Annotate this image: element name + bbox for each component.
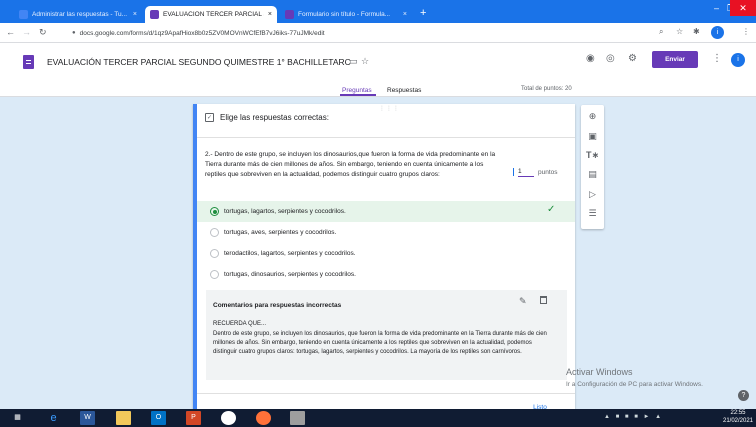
- bookmark-star-icon[interactable]: ☆: [676, 27, 683, 36]
- minimize-window-icon[interactable]: –: [714, 3, 719, 13]
- question-text: 2.- Dentro de este grupo, se incluyen lo…: [205, 151, 496, 178]
- taskbar: ▦ e W O P ▲ ■ ■ ■ ► ▲ 22:55 21/02/2021: [0, 409, 756, 427]
- browser-tab-evaluacion[interactable]: EVALUACIÓN TERCER PARCIAL S... ×: [145, 6, 277, 23]
- forms-header: EVALUACIÓN TERCER PARCIAL SEGUNDO QUIMES…: [0, 43, 756, 97]
- windows-activation-subtitle: Ir a Configuración de PC para activar Wi…: [566, 381, 703, 388]
- firefox-icon[interactable]: [256, 411, 271, 425]
- notepad-icon[interactable]: [290, 411, 305, 425]
- zoom-icon[interactable]: ⌕: [659, 27, 663, 37]
- points-control: 1 puntos: [513, 167, 558, 177]
- back-icon[interactable]: ←: [6, 27, 15, 37]
- close-window-icon[interactable]: ✕: [730, 0, 756, 16]
- points-input[interactable]: 1: [518, 167, 534, 177]
- windows-activation-title: Activar Windows: [566, 367, 633, 377]
- total-points: Total de puntos: 20: [521, 86, 572, 92]
- option-2[interactable]: tortugas, aves, serpientes y cocodrilos.: [197, 222, 575, 243]
- radio-selected-icon[interactable]: [210, 207, 219, 216]
- user-avatar[interactable]: i: [731, 53, 745, 67]
- address-bar: ← → ↻ ● docs.google.com/forms/d/1qz9Apaf…: [0, 23, 756, 43]
- settings-gear-icon[interactable]: ⚙: [628, 53, 637, 64]
- feedback-heading: RECUERDA QUE...: [213, 321, 267, 327]
- active-tab-indicator: [340, 94, 376, 96]
- outlook-icon[interactable]: O: [151, 411, 166, 425]
- points-label: puntos: [538, 168, 558, 176]
- option-3[interactable]: terodactilos, lagartos, serpientes y coc…: [197, 243, 575, 264]
- option-4[interactable]: tortugas, dinosaurios, serpientes y coco…: [197, 264, 575, 285]
- add-question-icon[interactable]: ⊕: [581, 111, 604, 122]
- forms-favicon-icon: [150, 10, 159, 19]
- add-title-icon[interactable]: T∗: [581, 150, 604, 161]
- more-options-icon[interactable]: ⋮: [712, 53, 722, 64]
- browser-tab-responses[interactable]: Administrar las respuestas - Tu... ×: [14, 6, 142, 23]
- new-tab-button[interactable]: +: [420, 7, 426, 19]
- feedback-title: Comentarios para respuestas incorrectas: [213, 302, 342, 309]
- browser-menu-icon[interactable]: ⋮: [742, 27, 750, 36]
- close-tab-icon[interactable]: ×: [133, 11, 137, 18]
- browser-profile-avatar[interactable]: i: [711, 26, 724, 39]
- delete-trash-icon[interactable]: [540, 296, 547, 304]
- chrome-icon[interactable]: [221, 411, 236, 425]
- radio-icon[interactable]: [210, 249, 219, 258]
- feedback-body: Dentro de este grupo, se incluyen los di…: [213, 331, 547, 355]
- answer-key-checkbox-icon: ✓: [205, 113, 214, 122]
- word-icon[interactable]: W: [80, 411, 95, 425]
- option-1[interactable]: tortugas, lagartos, serpientes y cocodri…: [197, 201, 575, 222]
- radio-icon[interactable]: [210, 228, 219, 237]
- lock-icon: ●: [72, 30, 76, 36]
- incorrect-answer-feedback: Comentarios para respuestas incorrectas …: [206, 290, 567, 380]
- tab-responses[interactable]: Respuestas: [387, 87, 421, 94]
- divider: [197, 137, 575, 138]
- help-icon[interactable]: ?: [738, 390, 749, 401]
- browser-tab-strip: Administrar las respuestas - Tu... × EVA…: [0, 0, 756, 23]
- send-button[interactable]: Enviar: [652, 51, 698, 68]
- answer-options: tortugas, lagartos, serpientes y cocodri…: [197, 201, 575, 285]
- question-card[interactable]: ⋮⋮⋮ ✓ Elige las respuestas correctas: 2.…: [193, 104, 575, 427]
- customize-theme-icon[interactable]: ◉: [586, 53, 595, 64]
- windows-start-icon[interactable]: ▦: [10, 411, 25, 425]
- divider: [197, 393, 575, 394]
- add-video-icon[interactable]: ▷: [581, 189, 604, 200]
- google-forms-logo-icon[interactable]: [23, 55, 34, 69]
- drag-handle-icon[interactable]: ⋮⋮⋮: [379, 105, 400, 112]
- close-tab-icon[interactable]: ×: [268, 11, 272, 18]
- edit-pencil-icon[interactable]: ✎: [519, 296, 527, 307]
- import-questions-icon[interactable]: ▣: [581, 131, 604, 142]
- correct-check-icon: ✓: [547, 204, 556, 215]
- move-to-folder-icon[interactable]: ▭: [349, 56, 358, 67]
- tab-questions[interactable]: Preguntas: [342, 87, 372, 94]
- internet-explorer-icon[interactable]: e: [46, 411, 61, 425]
- url-field[interactable]: ● docs.google.com/forms/d/1qz9ApafHiox8b…: [72, 26, 652, 40]
- preview-eye-icon[interactable]: ◎: [606, 53, 615, 64]
- reload-icon[interactable]: ↻: [39, 27, 47, 38]
- powerpoint-icon[interactable]: P: [186, 411, 201, 425]
- answer-key-header: ✓ Elige las respuestas correctas:: [205, 113, 329, 122]
- add-section-icon[interactable]: ☰: [581, 208, 604, 219]
- browser-tab-untitled-form[interactable]: Formulario sin título - Formula... ×: [280, 6, 412, 23]
- floating-toolbar: ⊕ ▣ T∗ ▤ ▷ ☰: [581, 105, 604, 229]
- add-image-icon[interactable]: ▤: [581, 169, 604, 180]
- forms-favicon-icon: [285, 10, 294, 19]
- system-clock[interactable]: 22:55 21/02/2021: [722, 410, 754, 425]
- forward-icon[interactable]: →: [22, 27, 31, 37]
- forms-favicon-icon: [19, 10, 28, 19]
- system-tray-icons[interactable]: ▲ ■ ■ ■ ► ▲: [604, 414, 663, 420]
- extensions-icon[interactable]: ✱: [693, 27, 700, 36]
- star-icon[interactable]: ☆: [361, 56, 369, 67]
- file-explorer-icon[interactable]: [116, 411, 131, 425]
- form-title[interactable]: EVALUACIÓN TERCER PARCIAL SEGUNDO QUIMES…: [47, 57, 351, 67]
- radio-icon[interactable]: [210, 270, 219, 279]
- close-tab-icon[interactable]: ×: [403, 11, 407, 18]
